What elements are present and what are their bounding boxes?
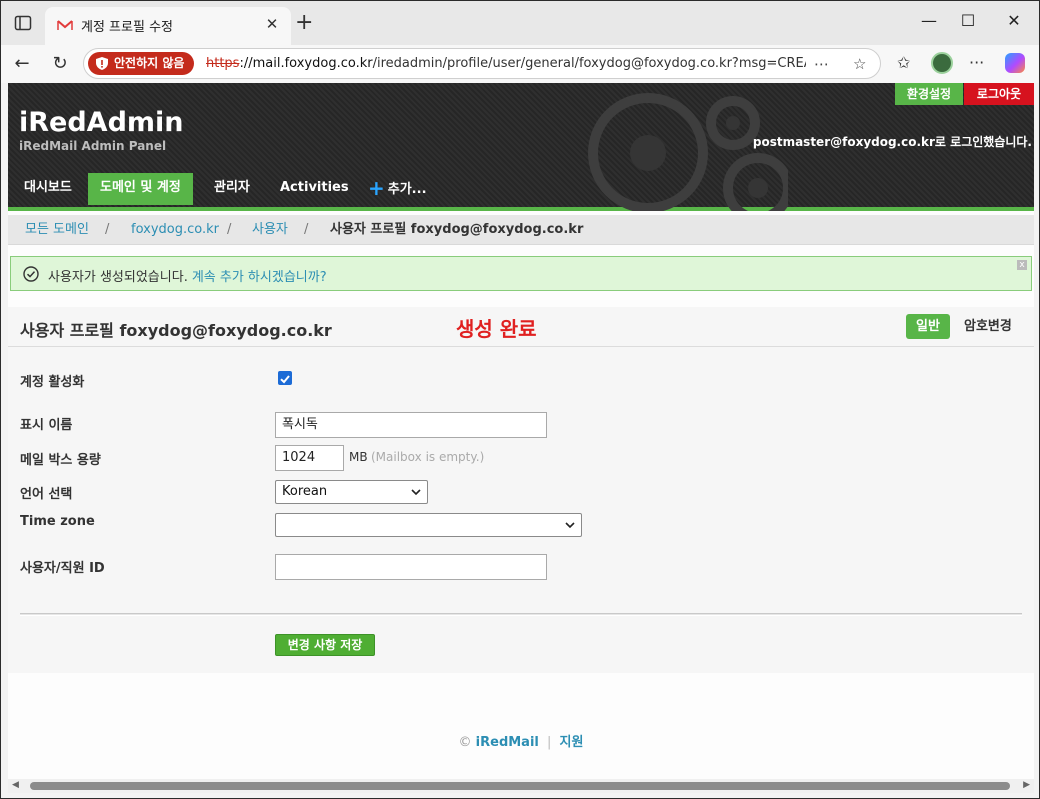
chevron-down-icon [565, 522, 575, 529]
footer-support-link[interactable]: 지원 [560, 735, 584, 750]
address-bar[interactable]: 안전하지 않음 https://mail.foxydog.co.kr/ireda… [83, 48, 881, 79]
breadcrumb-separator: / [304, 222, 309, 237]
plus-icon: + [368, 176, 385, 200]
copilot-icon[interactable] [1005, 53, 1025, 73]
created-banner: 생성 완료 [456, 317, 537, 341]
quota-label: 메일 박스 용량 [20, 453, 101, 468]
tab-close-icon[interactable]: ✕ [263, 15, 281, 33]
preferences-button[interactable]: 환경설정 [895, 83, 963, 105]
browser-toolbar: ← ↻ 안전하지 않음 https://mail.foxydog.co.kr/i… [1, 45, 1039, 83]
gears-decoration-icon [588, 93, 788, 211]
tab-title: 계정 프로필 수정 [81, 20, 173, 35]
tab-change-password[interactable]: 암호변경 [954, 314, 1022, 339]
logout-button[interactable]: 로그아웃 [964, 83, 1034, 105]
url-protocol: https [206, 56, 240, 71]
breadcrumb-all-domains[interactable]: 모든 도메인 [25, 215, 89, 244]
chevron-down-icon [411, 489, 421, 496]
form-divider [20, 613, 1022, 616]
settings-more-icon[interactable]: ··· [969, 53, 984, 72]
brand-title[interactable]: iRedAdmin [19, 107, 184, 138]
scroll-left-icon[interactable]: ◀ [12, 780, 19, 790]
brand-subtitle: iRedMail Admin Panel [19, 139, 167, 153]
employee-id-label: 사용자/직원 ID [20, 561, 105, 576]
notice-message: 사용자가 생성되었습니다. 계속 추가 하시겠습니까? [48, 266, 327, 285]
nav-add-more[interactable]: + 추가... [356, 173, 439, 205]
nav-activities[interactable]: Activities [268, 173, 361, 205]
favorites-icon[interactable]: ✩ [897, 53, 910, 72]
save-changes-button[interactable]: 변경 사항 저장 [275, 634, 375, 656]
tab-strip: 계정 프로필 수정 ✕ + — ☐ ✕ [1, 1, 1039, 45]
enable-account-label: 계정 활성화 [20, 375, 85, 390]
favorite-star-icon[interactable]: ☆ [853, 55, 866, 73]
breadcrumb-separator: / [227, 222, 232, 237]
not-secure-badge[interactable]: 안전하지 않음 [88, 52, 195, 75]
success-notice: 사용자가 생성되었습니다. 계속 추가 하시겠습니까? x [10, 256, 1032, 291]
tab-general[interactable]: 일반 [906, 314, 950, 339]
back-icon[interactable]: ← [11, 53, 33, 74]
quota-field[interactable]: 1024 [275, 445, 344, 471]
footer: © iRedMail | 지원 [8, 731, 1034, 750]
copyright-symbol: © [458, 735, 472, 750]
timezone-select[interactable] [275, 513, 582, 537]
window-close-icon[interactable]: ✕ [1004, 11, 1024, 30]
tab-actions-icon[interactable] [13, 13, 33, 33]
employee-id-field[interactable] [275, 554, 547, 580]
nav-add-label: 추가... [387, 182, 427, 197]
enable-account-checkbox[interactable] [278, 371, 292, 385]
display-name-label: 표시 이름 [20, 418, 73, 433]
breadcrumb-users[interactable]: 사용자 [252, 215, 288, 244]
notice-text: 사용자가 생성되었습니다. [48, 270, 188, 285]
shield-warning-icon [96, 57, 108, 70]
timezone-label: Time zone [20, 514, 95, 529]
breadcrumb: 모든 도메인 / foxydog.co.kr / 사용자 / 사용자 프로필 f… [8, 215, 1034, 245]
scroll-right-icon[interactable]: ▶ [1023, 780, 1030, 790]
url-host: ://mail.foxydog.co.kr [239, 56, 373, 71]
notice-close-icon[interactable]: x [1017, 260, 1027, 270]
add-more-link[interactable]: 계속 추가 하시겠습니까? [192, 270, 327, 285]
language-select[interactable]: Korean [275, 480, 428, 504]
url-path: /iredadmin/profile/user/general/foxydog@… [372, 56, 806, 71]
site-header: iRedAdmin iRedMail Admin Panel 환경설정 로그아웃… [8, 83, 1034, 211]
new-tab-icon[interactable]: + [295, 12, 313, 34]
reload-icon[interactable]: ↻ [49, 53, 71, 74]
check-circle-icon [23, 266, 39, 282]
checkmark-icon [280, 375, 290, 384]
profile-avatar[interactable] [931, 52, 953, 74]
mail-favicon-icon [57, 20, 73, 30]
page-content: iRedAdmin iRedMail Admin Panel 환경설정 로그아웃… [8, 83, 1034, 779]
login-info: postmaster@foxydog.co.kr로 로그인했습니다. [752, 135, 1032, 149]
language-value: Korean [282, 484, 328, 499]
display-name-field[interactable]: 폭시독 [275, 412, 547, 438]
footer-separator: | [547, 735, 552, 750]
breadcrumb-separator: / [105, 222, 110, 237]
minimize-icon[interactable]: — [919, 11, 939, 30]
profile-panel: 사용자 프로필 foxydog@foxydog.co.kr 생성 완료 일반 암… [8, 307, 1034, 673]
breadcrumb-domain[interactable]: foxydog.co.kr [131, 215, 219, 244]
scrollbar-thumb[interactable] [30, 782, 1010, 790]
breadcrumb-current: 사용자 프로필 foxydog@foxydog.co.kr [330, 222, 584, 237]
quota-unit: MB [349, 450, 368, 464]
language-label: 언어 선택 [20, 487, 73, 502]
panel-header: 사용자 프로필 foxydog@foxydog.co.kr 생성 완료 일반 암… [8, 307, 1034, 347]
horizontal-scrollbar[interactable]: ◀ ▶ [8, 779, 1034, 793]
maximize-icon[interactable]: ☐ [958, 11, 978, 30]
not-secure-label: 안전하지 않음 [114, 56, 185, 70]
nav-domains-accounts[interactable]: 도메인 및 계정 [88, 173, 193, 205]
more-tools-icon[interactable]: ⋯ [814, 55, 829, 73]
nav-dashboard[interactable]: 대시보드 [12, 173, 84, 205]
browser-tab-active[interactable]: 계정 프로필 수정 ✕ [45, 7, 291, 45]
page-title: 사용자 프로필 foxydog@foxydog.co.kr [20, 321, 332, 340]
footer-iredmail-link[interactable]: iRedMail [476, 735, 539, 750]
quota-hint: (Mailbox is empty.) [371, 450, 485, 464]
browser-window: 계정 프로필 수정 ✕ + — ☐ ✕ ← ↻ 안전하지 않음 https://… [0, 0, 1040, 799]
url-text[interactable]: https://mail.foxydog.co.kr/iredadmin/pro… [206, 56, 806, 71]
nav-admins[interactable]: 관리자 [202, 173, 262, 205]
